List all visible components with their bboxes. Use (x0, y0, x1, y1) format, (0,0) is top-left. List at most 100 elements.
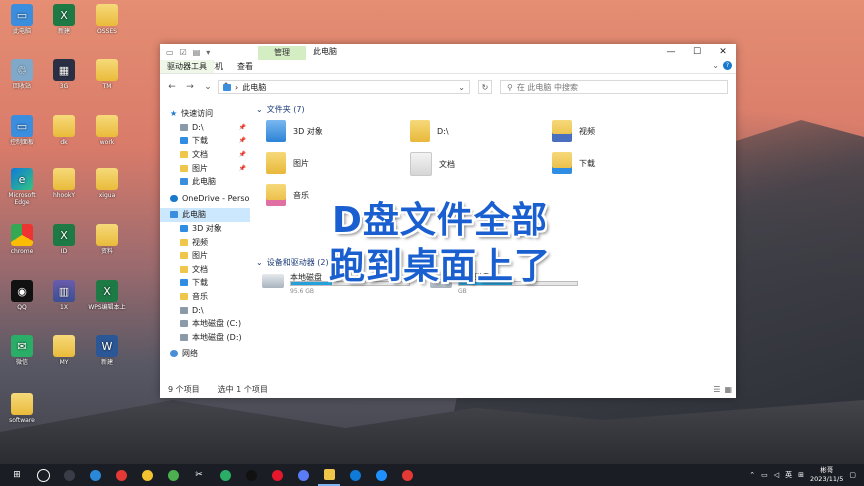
taskbar-qqmusic-icon[interactable] (136, 464, 158, 486)
desktop-icon[interactable]: TM (85, 59, 129, 90)
desktop-icon[interactable]: software (0, 393, 44, 424)
recycle-icon: ♲ (11, 59, 33, 81)
recent-dropdown-icon[interactable]: ⌄ (202, 82, 214, 92)
desktop-icon[interactable]: X 新建 (42, 4, 86, 35)
details-view-icon[interactable]: ☰ (713, 385, 720, 394)
nav-quick-item[interactable]: 文档 📌 (160, 148, 250, 162)
nav-pc-item[interactable]: D:\ (160, 303, 250, 317)
refresh-icon[interactable]: ↻ (478, 80, 492, 94)
taskbar-start-icon[interactable]: ⊞ (6, 464, 28, 486)
nav-pc-item[interactable]: 文档 (160, 263, 250, 277)
desktop-icon[interactable]: xigua (85, 168, 129, 199)
nav-pc-item[interactable]: 3D 对象 (160, 222, 250, 236)
tab-drive-tools[interactable]: 驱动器工具 (160, 60, 214, 73)
ribbon-expand-icon[interactable]: ⌄ (712, 61, 719, 70)
desktop-icon[interactable]: 资料 (85, 224, 129, 255)
taskbar-ie-icon[interactable] (370, 464, 392, 486)
desktop-icon[interactable]: ▥ 1X (42, 280, 86, 311)
taskbar-weibo-icon[interactable] (266, 464, 288, 486)
nav-quick-item[interactable]: 此电脑 (160, 175, 250, 189)
desktop-icon[interactable]: ✉ 微信 (0, 335, 44, 366)
desktop-icon-label: QQ (17, 304, 27, 311)
notification-icon[interactable]: ▢ (849, 471, 856, 479)
wechat-icon: ✉ (11, 335, 33, 357)
taskbar-recorder-icon[interactable] (396, 464, 418, 486)
properties-icon[interactable]: ☑ (180, 48, 187, 57)
folder-tile[interactable]: D:\ (410, 120, 449, 142)
network-icon[interactable]: ▭ (761, 471, 768, 479)
desktop-icon-label: Microsoft Edge (8, 192, 36, 206)
ime-mode-icon[interactable]: ⊞ (798, 471, 804, 479)
nav-pc-item[interactable]: 本地磁盘 (D:) (160, 331, 250, 345)
close-button[interactable]: ✕ (710, 44, 736, 60)
nav-pc-item[interactable]: 图片 (160, 249, 250, 263)
nav-quick-item[interactable]: 下载 📌 (160, 134, 250, 148)
nav-network[interactable]: 网络 (160, 347, 250, 361)
group-header-folders[interactable]: ⌄ 文件夹 (7) (256, 104, 305, 115)
volume-icon[interactable]: ◁ (774, 471, 779, 479)
desktop-icon-label: software (9, 417, 35, 424)
tiles-view-icon[interactable]: ▦ (724, 385, 732, 394)
desktop-icon[interactable]: ▦ 3G (42, 59, 86, 90)
taskbar-qqbrowser-icon[interactable] (292, 464, 314, 486)
taskbar-cortana-icon[interactable] (58, 464, 80, 486)
taskbar-qq-icon[interactable] (240, 464, 262, 486)
desktop-icon[interactable]: MY (42, 335, 86, 366)
desktop-icon[interactable]: e Microsoft Edge (0, 168, 44, 206)
forward-icon[interactable]: → (184, 82, 196, 92)
breadcrumb[interactable]: 此电脑 (242, 82, 266, 93)
dropdown-icon[interactable]: ▾ (206, 48, 210, 57)
title-bar[interactable]: ▭ ☑ ▤ ▾ 管理 此电脑 — ☐ ✕ (160, 44, 736, 60)
folder-tile[interactable]: 文档 (410, 152, 455, 176)
chevron-up-icon[interactable]: ⌃ (749, 471, 755, 479)
desktop-icon[interactable]: ♲ 回收站 (0, 59, 44, 90)
taskbar-capcut-icon[interactable]: ✂ (188, 464, 210, 486)
taskbar-search-icon[interactable] (32, 464, 54, 486)
desktop-icon[interactable]: OSSES (85, 4, 129, 35)
address-dropdown-icon[interactable]: ⌄ (458, 83, 465, 92)
folder-tile[interactable]: 图片 (266, 152, 309, 174)
desktop-icon[interactable]: X ID (42, 224, 86, 255)
nav-pc-item[interactable]: 音乐 (160, 290, 250, 304)
desktop-icon[interactable]: hhookY (42, 168, 86, 199)
clock-date: 2023/11/5 (810, 475, 844, 483)
nav-pc-item[interactable]: 本地磁盘 (C:) (160, 317, 250, 331)
folder-tile[interactable]: 3D 对象 (266, 120, 323, 142)
new-folder-icon[interactable]: ▤ (193, 48, 201, 57)
taskbar-explorer-icon[interactable] (318, 464, 340, 486)
minimize-button[interactable]: — (658, 44, 684, 60)
clock[interactable]: 彬哥 2023/11/5 (810, 466, 843, 484)
desktop-icon[interactable]: X WPS编辑本上 (85, 280, 129, 311)
nav-quick-item[interactable]: D:\ 📌 (160, 121, 250, 135)
folder-icon[interactable]: ▭ (166, 48, 174, 57)
tab-view[interactable]: 查看 (230, 60, 260, 73)
taskbar-chrome-icon[interactable] (162, 464, 184, 486)
back-icon[interactable]: ← (166, 82, 178, 92)
tab-manage[interactable]: 管理 (258, 46, 306, 60)
address-bar[interactable]: › 此电脑 ⌄ (218, 80, 470, 94)
ime-indicator[interactable]: 英 (785, 470, 792, 480)
nav-onedrive[interactable]: OneDrive - Persona (160, 192, 250, 206)
nav-this-pc[interactable]: 此电脑 (160, 208, 250, 222)
taskbar-edge-icon[interactable] (344, 464, 366, 486)
nav-quick-item[interactable]: 图片 📌 (160, 161, 250, 175)
search-input[interactable]: ⚲ 在 此电脑 中搜索 (500, 80, 728, 94)
desktop-icon[interactable]: ◉ QQ (0, 280, 44, 311)
desktop-icon[interactable]: ▭ 控制面板 (0, 115, 44, 146)
taskbar-wechat-icon[interactable] (214, 464, 236, 486)
maximize-button[interactable]: ☐ (684, 44, 710, 60)
desktop-icon[interactable]: W 新建 (85, 335, 129, 366)
folder-tile[interactable]: 视频 (552, 120, 595, 142)
desktop-icon[interactable]: chrome (0, 224, 44, 255)
taskbar-lightning-icon[interactable] (84, 464, 106, 486)
desktop-icon[interactable]: work (85, 115, 129, 146)
help-icon[interactable]: ? (723, 61, 732, 70)
folder-icon (266, 152, 286, 174)
desktop-icon[interactable]: ▭ 此电脑 (0, 4, 44, 35)
desktop-icon[interactable]: dk (42, 115, 86, 146)
nav-quick-access[interactable]: ★ 快速访问 (160, 107, 250, 121)
taskbar-record-icon[interactable] (110, 464, 132, 486)
nav-pc-item[interactable]: 视频 (160, 235, 250, 249)
nav-pc-item[interactable]: 下载 (160, 276, 250, 290)
folder-tile[interactable]: 下载 (552, 152, 595, 174)
